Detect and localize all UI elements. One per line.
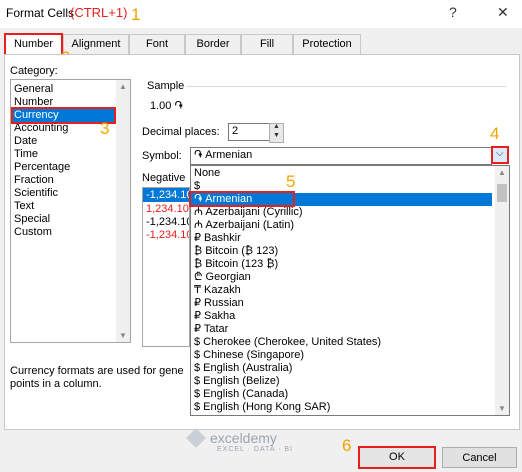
annotation-6: 6 [342, 436, 352, 455]
symbol-dropdown-button[interactable]: ⌵ [491, 146, 509, 164]
category-item-custom[interactable]: Custom [14, 226, 52, 239]
scroll-down-icon[interactable]: ▼ [119, 331, 127, 340]
category-item-general[interactable]: General [14, 83, 53, 96]
symbol-option[interactable]: $ English (Belize) [194, 375, 280, 388]
scroll-up-icon[interactable]: ▲ [498, 168, 506, 177]
symbol-option[interactable]: ₼ Azerbaijani (Cyrillic) [194, 206, 303, 219]
symbol-option[interactable]: $ English (Canada) [194, 388, 288, 401]
symbol-option[interactable]: ₽ Tatar [194, 323, 228, 336]
annotation-4: 4 [490, 124, 500, 143]
category-item-number[interactable]: Number [14, 96, 53, 109]
category-label: Category: [10, 65, 58, 77]
decimal-places-stepper[interactable]: ▲ ▼ [269, 123, 284, 143]
format-description: Currency formats are used for gene point… [10, 365, 195, 391]
symbol-option[interactable]: $ Cherokee (Cherokee, United States) [194, 336, 381, 349]
symbol-option[interactable]: $ Chinese (Singapore) [194, 349, 304, 362]
symbol-dropdown-scrollbar[interactable]: ▲ ▼ [495, 166, 509, 415]
category-scrollbar[interactable]: ▲ ▼ [116, 80, 130, 342]
symbol-option[interactable]: ₸ Kazakh [194, 284, 241, 297]
dialog-title: Format Cells [6, 6, 75, 20]
ok-button[interactable]: OK [358, 446, 436, 469]
armenian-highlight-outline [189, 191, 295, 207]
symbol-option[interactable]: ₼ Azerbaijani (Latin) [194, 219, 294, 232]
description-line-2: points in a column. [10, 378, 102, 390]
watermark-tagline: EXCEL · DATA · BI [217, 446, 293, 453]
scroll-thumb[interactable] [497, 184, 507, 202]
category-item-percentage[interactable]: Percentage [14, 161, 70, 174]
symbol-option[interactable]: None [194, 167, 220, 180]
category-item-special[interactable]: Special [14, 213, 50, 226]
category-item-text[interactable]: Text [14, 200, 34, 213]
category-item-time[interactable]: Time [14, 148, 38, 161]
chevron-down-icon[interactable]: ⌵ [496, 148, 504, 159]
symbol-option[interactable]: ₽ Bashkir [194, 232, 241, 245]
annotation-1: 1 [131, 5, 141, 24]
tab-border[interactable]: Border [185, 34, 241, 54]
category-item-accounting[interactable]: Accounting [14, 122, 68, 135]
category-item-scientific[interactable]: Scientific [14, 187, 58, 200]
category-item-fraction[interactable]: Fraction [14, 174, 54, 187]
symbol-option[interactable]: ₿ Bitcoin (₿ 123) [194, 245, 278, 258]
negative-numbers-label: Negative [142, 172, 186, 184]
symbol-label: Symbol: [142, 150, 182, 162]
category-list[interactable]: General Number Currency Accounting Date … [10, 79, 131, 343]
stepper-down-icon[interactable]: ▼ [273, 132, 280, 139]
sample-label: Sample [147, 80, 185, 92]
annotation-3: 3 [100, 119, 110, 138]
tab-alignment[interactable]: Alignment [63, 34, 129, 54]
watermark-brand: exceldemy [210, 430, 277, 446]
brand-logo-icon [186, 428, 206, 448]
symbol-option[interactable]: ₿ Bitcoin (123 ₿) [194, 258, 278, 271]
negative-item[interactable]: -1,234.10 [146, 229, 189, 241]
scroll-down-icon[interactable]: ▼ [498, 404, 506, 413]
stepper-up-icon[interactable]: ▲ [273, 123, 280, 130]
symbol-option[interactable]: $ English (Australia) [194, 362, 292, 375]
symbol-option[interactable]: $ English (Hong Kong SAR) [194, 401, 330, 414]
negative-numbers-list[interactable]: -1,234.10 1,234.10 -1,234.10 -1,234.10 [142, 187, 190, 347]
description-line-1: Currency formats are used for gene [10, 365, 184, 377]
negative-item[interactable]: 1,234.10 [146, 203, 189, 215]
negative-item[interactable]: -1,234.10 [146, 216, 189, 228]
decimal-places-label: Decimal places: [142, 126, 220, 138]
symbol-option[interactable]: ₽ Sakha [194, 310, 235, 323]
symbol-combobox[interactable]: ֏ Armenian [190, 147, 492, 165]
close-icon[interactable]: ✕ [497, 4, 509, 21]
category-item-date[interactable]: Date [14, 135, 37, 148]
sample-group-line [186, 86, 506, 87]
scroll-up-icon[interactable]: ▲ [119, 82, 127, 91]
tab-protection[interactable]: Protection [293, 34, 361, 54]
sample-value: 1.00 ֏ [150, 100, 183, 112]
title-shortcut-note: (CTRL+1) [70, 5, 128, 20]
symbol-option[interactable]: ₾ Georgian [194, 271, 251, 284]
decimal-places-value: 2 [232, 125, 239, 137]
annotation-5: 5 [286, 172, 296, 191]
tab-fill[interactable]: Fill [241, 34, 293, 54]
symbol-combobox-value: ֏ Armenian [194, 149, 253, 161]
cancel-button[interactable]: Cancel [442, 447, 517, 468]
decimal-places-input[interactable]: 2 [228, 123, 270, 141]
help-icon[interactable]: ? [449, 4, 457, 20]
tab-font[interactable]: Font [129, 34, 185, 54]
symbol-option[interactable]: ₽ Russian [194, 297, 244, 310]
category-item-currency[interactable]: Currency [11, 107, 116, 124]
negative-item[interactable]: -1,234.10 [146, 189, 189, 201]
